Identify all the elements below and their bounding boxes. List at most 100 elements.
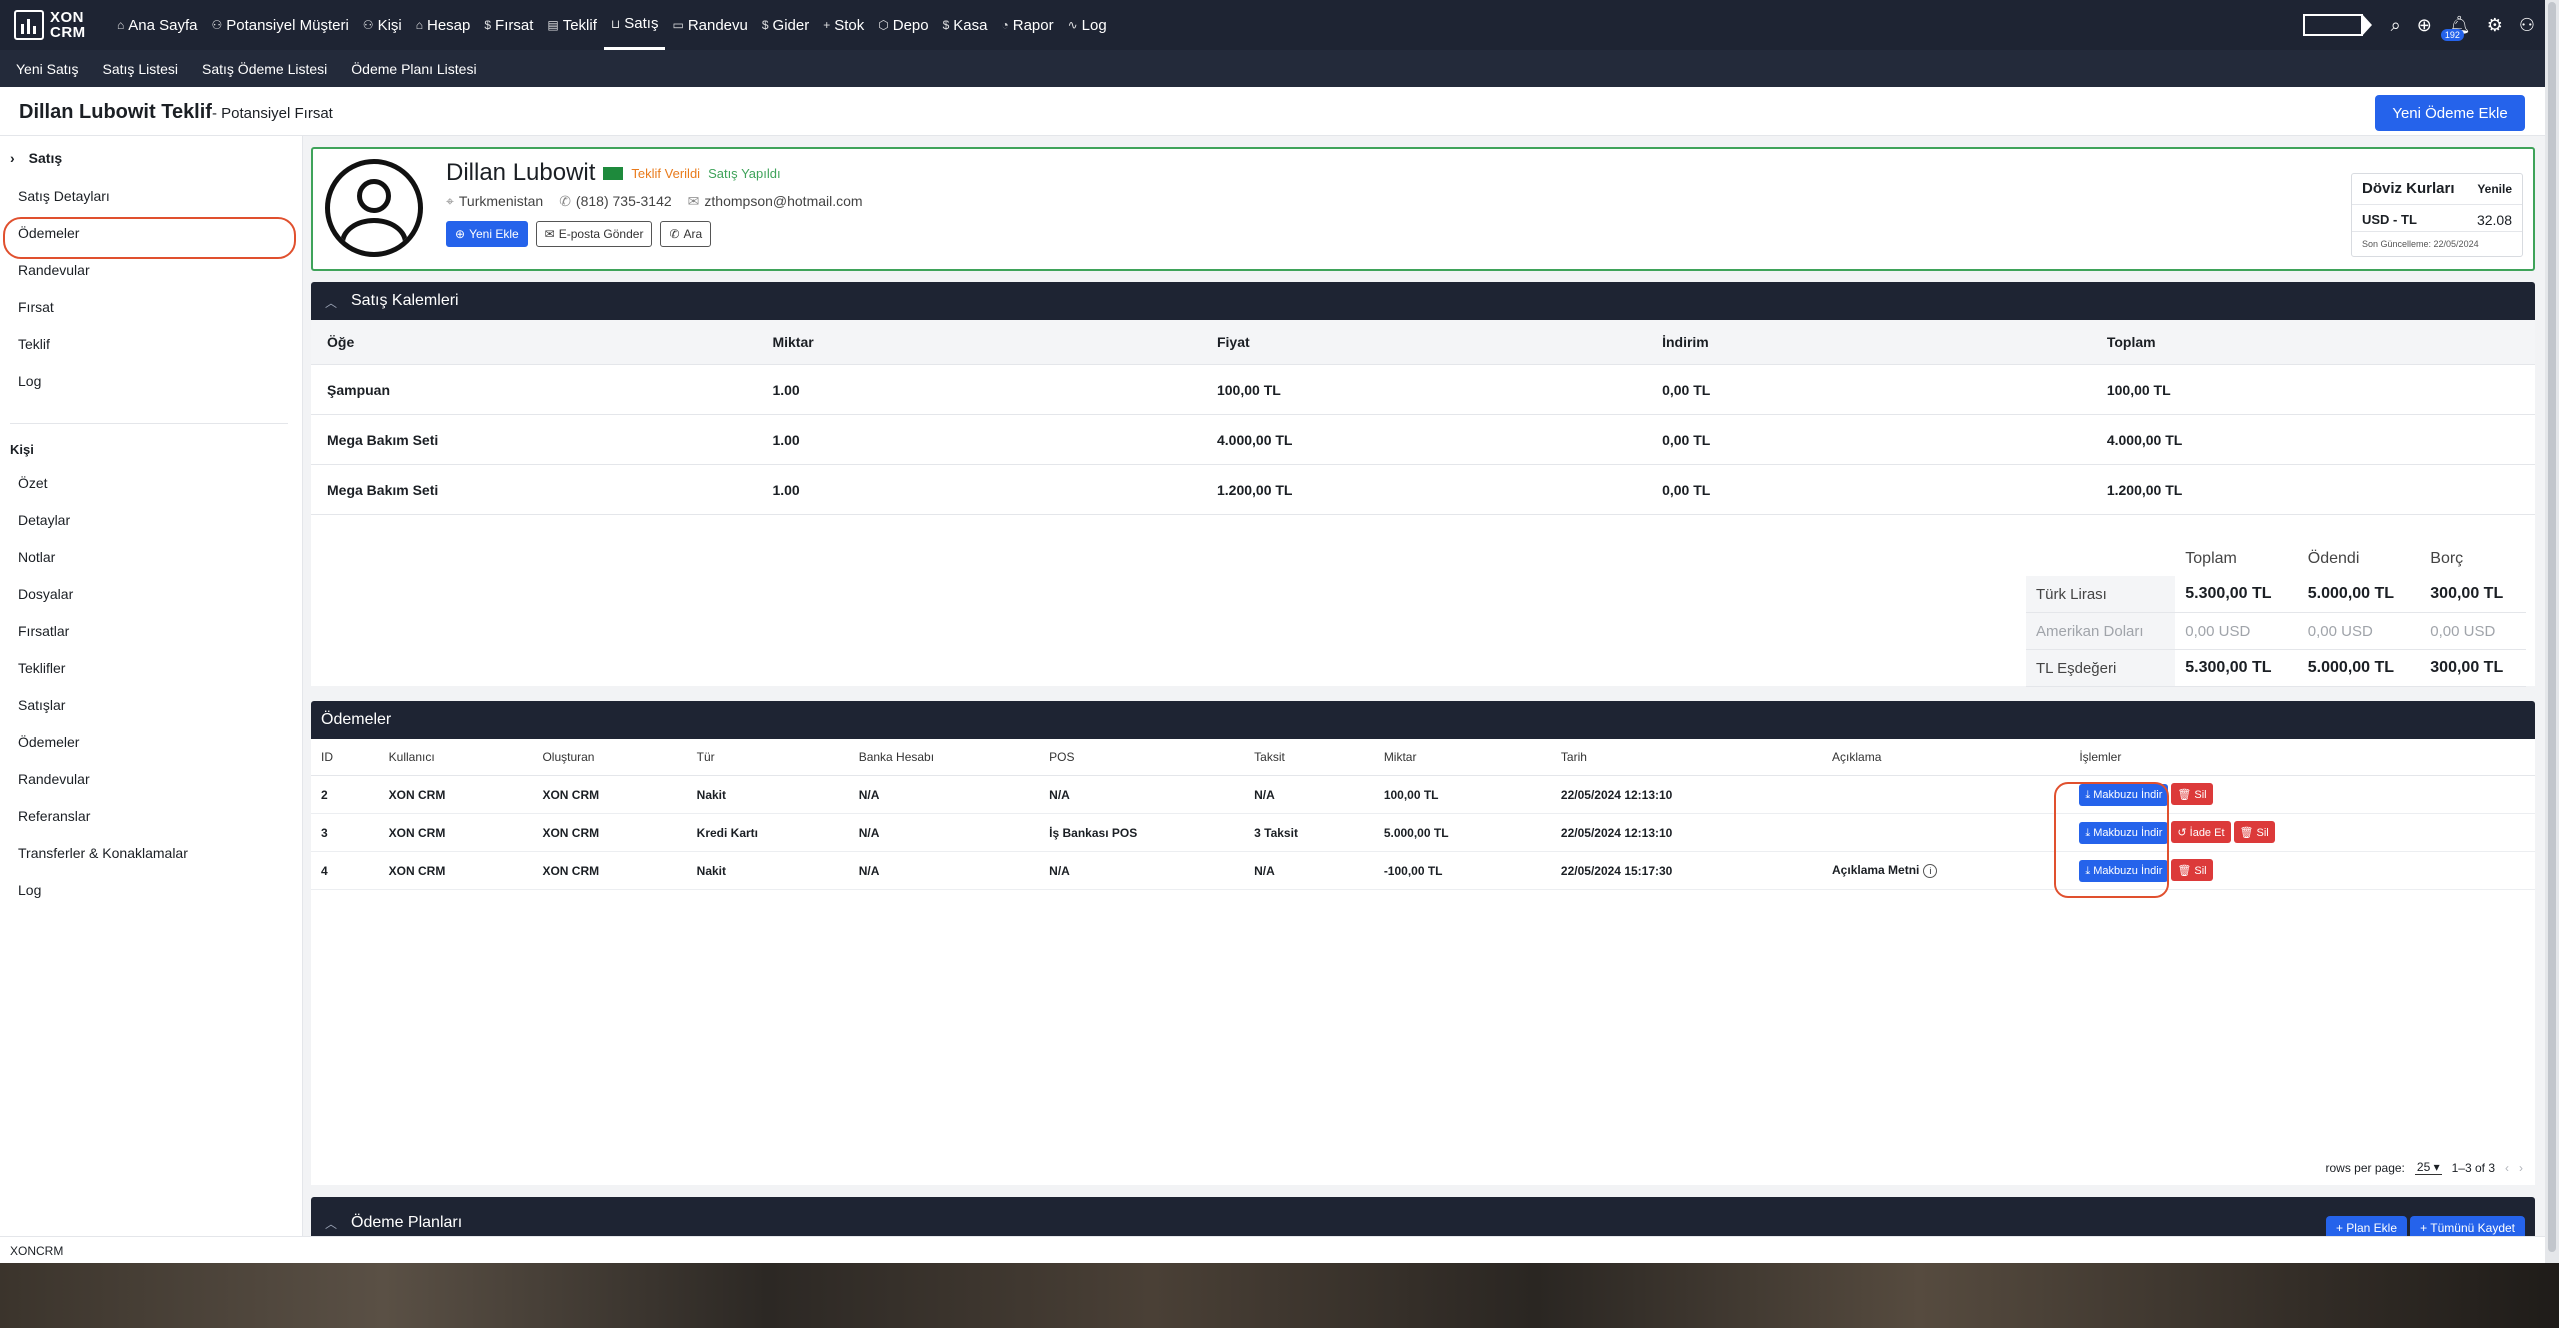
payments-cell: 5.000,00 TL bbox=[1373, 813, 1551, 852]
totals-value: 5.000,00 TL bbox=[2297, 649, 2421, 687]
payments-col-tur: Tür bbox=[686, 739, 849, 776]
fx-refresh-button[interactable]: Yenile bbox=[2477, 182, 2512, 196]
sidebar-item-randevular[interactable]: Randevular bbox=[18, 262, 90, 278]
cell-text: XON CRM bbox=[388, 863, 446, 878]
sidebar-divider bbox=[10, 423, 288, 424]
cell-text: XON CRM bbox=[542, 863, 600, 878]
logo[interactable]: XON CRM bbox=[14, 6, 86, 44]
sidebar-item-teklif[interactable]: Teklif bbox=[18, 336, 50, 352]
next-page-icon[interactable]: › bbox=[2519, 1161, 2523, 1175]
cell-text: N/A bbox=[1049, 787, 1070, 802]
nav-potansiyel-musteri[interactable]: ⚇ Potansiyel Müşteri bbox=[204, 0, 355, 50]
nav-depo[interactable]: ⬡ Depo bbox=[871, 0, 935, 50]
sidebar-item-firsatlar[interactable]: Fırsatlar bbox=[18, 623, 69, 639]
cell-text: N/A bbox=[1254, 863, 1275, 878]
items-cell: 4.000,00 TL bbox=[2090, 414, 2535, 465]
send-email-button[interactable]: ✉ E-posta Gönder bbox=[535, 221, 653, 247]
cell-text: -100,00 TL bbox=[1383, 863, 1443, 878]
refund-button[interactable]: ↺ İade Et bbox=[2171, 821, 2231, 843]
avatar bbox=[325, 159, 423, 257]
items-panel-title: Satış Kalemleri bbox=[351, 292, 459, 309]
totals-label: Amerikan Doları bbox=[2026, 612, 2176, 650]
search-icon[interactable]: ⌕ bbox=[2391, 15, 2401, 36]
nav-firsat[interactable]: $ Fırsat bbox=[477, 0, 540, 50]
sidebar-item-satis-detaylari[interactable]: Satış Detayları bbox=[18, 188, 110, 204]
nav-log[interactable]: ∿ Log bbox=[1061, 0, 1114, 50]
customer-email[interactable]: zthompson@hotmail.com bbox=[704, 193, 862, 209]
sidebar-item-log[interactable]: Log bbox=[18, 882, 41, 898]
plus-circle-icon: ⊕ bbox=[455, 227, 466, 241]
nav-kisi[interactable]: ⚇ Kişi bbox=[356, 0, 409, 50]
info-icon[interactable]: i bbox=[1923, 864, 1938, 878]
nav-hesap[interactable]: ⌂ Hesap bbox=[409, 0, 478, 50]
payments-table: ID Kullanıcı Oluşturan Tür Banka Hesabı POS Ta… bbox=[311, 739, 2535, 890]
nav-satis[interactable]: ⊔ Satış bbox=[603, 0, 666, 50]
nav-kasa[interactable]: $ Kasa bbox=[936, 0, 995, 50]
prev-page-icon[interactable]: ‹ bbox=[2505, 1161, 2509, 1175]
button-label: Sil bbox=[2256, 826, 2269, 839]
flag-icon bbox=[603, 166, 624, 180]
payments-panel-header[interactable]: Ödemeler bbox=[311, 701, 2535, 739]
user-icon[interactable]: ⚇ bbox=[2519, 15, 2535, 36]
phone-icon: ✆ bbox=[669, 227, 680, 241]
mail-icon: ✉ bbox=[687, 193, 700, 209]
nav-teklif[interactable]: ▤ Teklif bbox=[540, 0, 604, 50]
delete-button[interactable]: 🗑︎ Sil bbox=[2171, 859, 2213, 881]
totals-value: 300,00 TL bbox=[2420, 649, 2526, 687]
sidebar-header[interactable]: › Satış bbox=[10, 150, 62, 166]
nav-randevu[interactable]: ▭ Randevu bbox=[665, 0, 754, 50]
gider-icon: $ bbox=[761, 18, 769, 32]
delete-button[interactable]: 🗑︎ Sil bbox=[2233, 821, 2275, 843]
subnav-odeme-plani-listesi[interactable]: Ödeme Planı Listesi bbox=[335, 61, 484, 77]
new-payment-button[interactable]: Yeni Ödeme Ekle bbox=[2375, 95, 2525, 131]
gear-icon[interactable]: ⚙ bbox=[2487, 15, 2503, 36]
nav-gider[interactable]: $ Gider bbox=[755, 0, 816, 50]
sidebar-item-dosyalar[interactable]: Dosyalar bbox=[18, 586, 73, 602]
sidebar-item-log[interactable]: Log bbox=[18, 373, 41, 389]
cell-text: N/A bbox=[1049, 863, 1070, 878]
subnav-satis-listesi[interactable]: Satış Listesi bbox=[87, 61, 186, 77]
sidebar-item-referanslar[interactable]: Referanslar bbox=[18, 808, 90, 824]
customer-phone[interactable]: (818) 735-3142 bbox=[576, 193, 672, 209]
sidebar-item-satislar[interactable]: Satışlar bbox=[18, 697, 65, 713]
add-icon[interactable]: ⊕ bbox=[2417, 15, 2432, 36]
cell-text: Açıklama Metni bbox=[1832, 863, 1920, 877]
subnav-yeni-satis[interactable]: Yeni Satış bbox=[0, 61, 87, 77]
nav-stok[interactable]: + Stok bbox=[816, 0, 871, 50]
sidebar-item-randevular[interactable]: Randevular bbox=[18, 771, 90, 787]
scrollbar[interactable] bbox=[2545, 0, 2559, 1263]
new-add-button[interactable]: ⊕ Yeni Ekle bbox=[446, 221, 528, 247]
footer: XONCRM bbox=[0, 1236, 2545, 1263]
page-title: Dillan Lubowit Teklif- Potansiyel Fırsat bbox=[19, 101, 333, 123]
sidebar-item-ozet[interactable]: Özet bbox=[18, 475, 48, 491]
sidebar-item-transferler-konaklamalar[interactable]: Transferler & Konaklamalar bbox=[18, 845, 188, 861]
payments-cell: İş Bankası POS bbox=[1039, 813, 1245, 852]
highlight-odemeler bbox=[3, 217, 296, 259]
delete-button[interactable]: 🗑︎ Sil bbox=[2171, 783, 2213, 805]
payments-cell: XON CRM bbox=[378, 775, 533, 814]
payments-cell: 22/05/2024 12:13:10 bbox=[1550, 775, 1823, 814]
cell-text: 3 Taksit bbox=[1254, 825, 1298, 840]
sidebar-item-odemeler[interactable]: Ödemeler bbox=[18, 734, 79, 750]
nav-label: Fırsat bbox=[495, 16, 534, 34]
payments-cell: 2 bbox=[311, 775, 379, 814]
payments-cell: N/A bbox=[1244, 851, 1374, 890]
sidebar-item-notlar[interactable]: Notlar bbox=[18, 549, 55, 565]
items-panel-header[interactable]: ︿ Satış Kalemleri bbox=[311, 282, 2535, 320]
totals-value: 5.300,00 TL bbox=[2175, 649, 2298, 687]
sidebar-item-detaylar[interactable]: Detaylar bbox=[18, 512, 70, 528]
call-button[interactable]: ✆ Ara bbox=[660, 221, 712, 247]
highlight-receipt-buttons bbox=[2054, 782, 2169, 898]
sidebar-item-firsat[interactable]: Fırsat bbox=[18, 299, 54, 315]
nav-ana-sayfa[interactable]: ⌂ Ana Sayfa bbox=[110, 0, 204, 50]
cell-text: 4 bbox=[321, 863, 328, 878]
rows-per-page-select[interactable]: 25 ▾ bbox=[2414, 1160, 2442, 1175]
sidebar-item-teklifler[interactable]: Teklifler bbox=[18, 660, 65, 676]
cell-text: 22/05/2024 15:17:30 bbox=[1560, 863, 1673, 878]
firsat-icon: $ bbox=[484, 18, 492, 32]
nav-rapor[interactable]: ◔ Rapor bbox=[995, 0, 1061, 50]
cell-text: İş Bankası POS bbox=[1049, 825, 1138, 840]
subnav-satis-odeme-listesi[interactable]: Satış Ödeme Listesi bbox=[186, 61, 335, 77]
arrow-icon[interactable] bbox=[2302, 14, 2372, 36]
bell-icon[interactable]: 🔔︎ 192 bbox=[2440, 15, 2471, 41]
